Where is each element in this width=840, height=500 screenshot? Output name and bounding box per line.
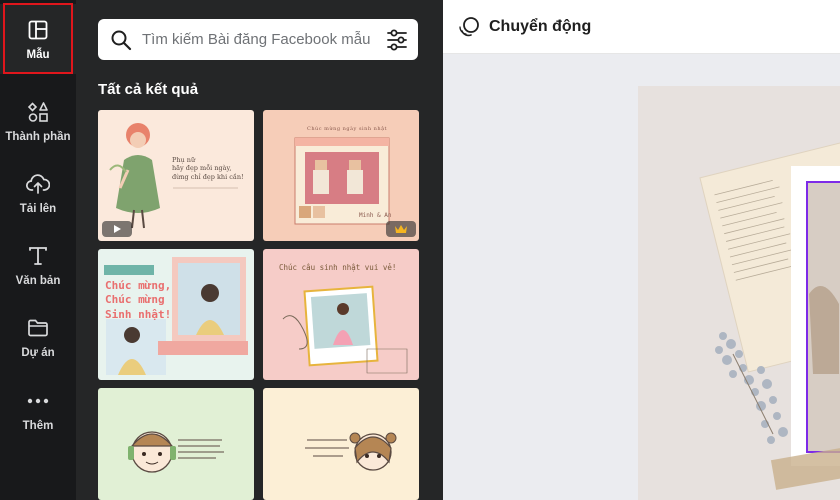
sidebar-item-label: Mẫu bbox=[26, 49, 50, 61]
sidebar-item-label: Tải lên bbox=[19, 203, 57, 215]
sidebar-item-elements[interactable]: Thành phần bbox=[0, 86, 76, 156]
more-dots-icon bbox=[25, 388, 51, 414]
sidebar-item-templates[interactable]: Mẫu bbox=[0, 4, 76, 74]
template-card-text: Chúc mừng ngày sinh nhật bbox=[307, 126, 388, 132]
templates-panel: Tất cả kết quả Phụ nữ hãy đẹp mỗi ngày, … bbox=[76, 0, 443, 500]
template-card[interactable] bbox=[263, 388, 419, 500]
crown-premium-icon bbox=[386, 221, 416, 237]
video-play-icon bbox=[102, 221, 132, 237]
search-input[interactable] bbox=[142, 31, 380, 48]
results-heading: Tất cả kết quả bbox=[98, 81, 199, 98]
template-card[interactable] bbox=[98, 388, 254, 500]
editor-toolbar: Chuyển động bbox=[443, 0, 840, 54]
template-card-text: Chúc mừng, Chúc mừng Sinh nhật! bbox=[105, 279, 172, 321]
sidebar-item-text[interactable]: Văn bản bbox=[0, 230, 76, 300]
template-card[interactable]: Phụ nữ hãy đẹp mỗi ngày, đừng chỉ đẹp kh… bbox=[98, 110, 254, 241]
template-illustration bbox=[305, 432, 397, 471]
animate-button[interactable]: Chuyển động bbox=[457, 15, 591, 39]
sidebar-item-more[interactable]: Thêm bbox=[0, 375, 76, 445]
search-box bbox=[98, 19, 418, 60]
cloud-upload-icon bbox=[25, 171, 51, 197]
template-card[interactable]: Chúc mừng, Chúc mừng Sinh nhật! bbox=[98, 249, 254, 380]
text-icon bbox=[25, 243, 51, 269]
template-card[interactable]: Chúc mừng ngày sinh nhật Minh & An bbox=[263, 110, 419, 241]
template-card[interactable]: Chúc câu sinh nhật vui vẻ! bbox=[263, 249, 419, 380]
design-page[interactable] bbox=[443, 54, 840, 500]
left-sidebar: Mẫu Thành phần Tải lên Văn bản Dự án Thê… bbox=[0, 0, 76, 500]
sidebar-item-projects[interactable]: Dự án bbox=[0, 302, 76, 372]
sidebar-item-label: Thêm bbox=[22, 420, 54, 432]
sidebar-item-label: Văn bản bbox=[15, 275, 61, 287]
layout-template-icon bbox=[25, 17, 51, 43]
template-illustration bbox=[128, 431, 224, 473]
elements-icon bbox=[25, 99, 51, 125]
animate-motion-icon bbox=[457, 15, 481, 39]
sidebar-item-label: Dự án bbox=[21, 347, 55, 359]
template-card-text: Phụ nữ hãy đẹp mỗi ngày, đừng chỉ đẹp kh… bbox=[172, 156, 244, 181]
search-icon bbox=[110, 29, 132, 51]
filter-settings-icon[interactable] bbox=[384, 27, 410, 53]
folder-icon bbox=[25, 315, 51, 341]
template-card-caption: Minh & An bbox=[359, 212, 392, 219]
template-card-text: Chúc câu sinh nhật vui vẻ! bbox=[279, 263, 397, 272]
animate-button-label: Chuyển động bbox=[489, 17, 592, 35]
sidebar-item-label: Thành phần bbox=[5, 131, 71, 143]
design-canvas-area bbox=[443, 54, 840, 500]
sidebar-item-uploads[interactable]: Tải lên bbox=[0, 158, 76, 228]
